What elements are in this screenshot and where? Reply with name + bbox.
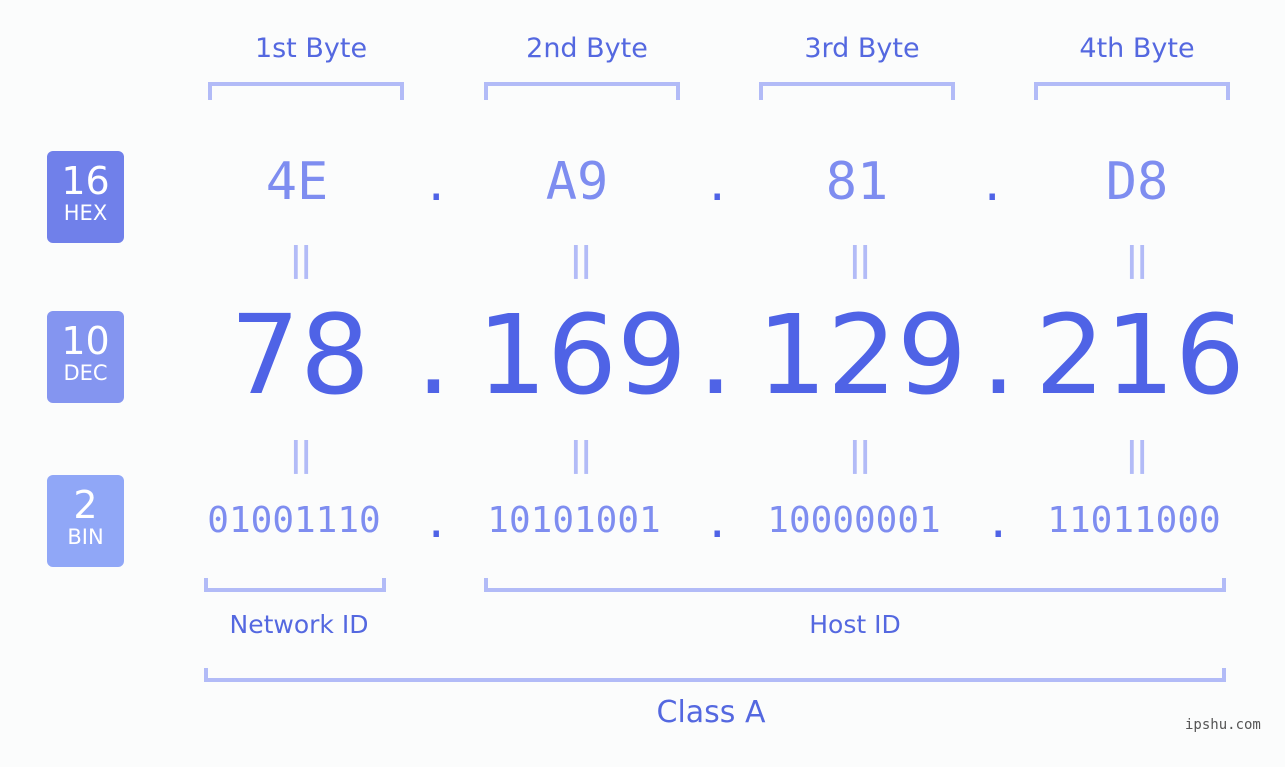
hex-dot-2: .	[704, 160, 731, 211]
byte-bracket-3	[759, 82, 955, 100]
bin-badge-number: 2	[73, 483, 98, 527]
hex-badge-label: HEX	[63, 201, 108, 225]
byte-bracket-2	[484, 82, 680, 100]
bin-dot-1: .	[423, 497, 450, 548]
dec-dot-3: .	[981, 291, 1016, 419]
bin-badge: 2 BIN	[47, 475, 124, 567]
class-label: Class A	[656, 695, 766, 730]
bin-dot-3: .	[985, 497, 1012, 548]
dec-dot-2: .	[698, 291, 733, 419]
watermark: ipshu.com	[1185, 717, 1261, 733]
bin-byte-1: 01001110	[207, 500, 381, 541]
hex-badge: 16 HEX	[47, 151, 124, 243]
bin-dot-2: .	[704, 497, 731, 548]
byte-bracket-1	[208, 82, 404, 100]
dec-byte-3: 129	[757, 291, 967, 419]
equals-hex-dec-2: ||	[569, 240, 593, 280]
equals-hex-dec-4: ||	[1125, 240, 1149, 280]
network-id-label: Network ID	[229, 610, 369, 639]
byte-header-1: 1st Byte	[254, 33, 368, 64]
byte-header-4: 4th Byte	[1079, 33, 1195, 64]
byte-bracket-4	[1034, 82, 1230, 100]
dec-dot-1: .	[416, 291, 451, 419]
equals-dec-bin-2: ||	[569, 435, 593, 475]
equals-hex-dec-3: ||	[848, 240, 872, 280]
hex-byte-4: D8	[1105, 152, 1169, 212]
bin-badge-label: BIN	[67, 525, 104, 549]
equals-dec-bin-1: ||	[289, 435, 313, 475]
hex-badge-number: 16	[61, 159, 110, 203]
hex-byte-1: 4E	[265, 152, 329, 212]
bin-byte-2: 10101001	[487, 500, 661, 541]
dec-badge: 10 DEC	[47, 311, 124, 403]
hex-byte-2: A9	[545, 152, 609, 212]
equals-dec-bin-4: ||	[1125, 435, 1149, 475]
equals-dec-bin-3: ||	[848, 435, 872, 475]
byte-header-2: 2nd Byte	[526, 33, 648, 64]
dec-badge-label: DEC	[63, 361, 108, 385]
network-id-bracket	[204, 578, 386, 592]
bin-byte-3: 10000001	[767, 500, 941, 541]
byte-header-3: 3rd Byte	[804, 33, 920, 64]
dec-byte-2: 169	[477, 291, 687, 419]
hex-dot-1: .	[423, 160, 450, 211]
host-id-label: Host ID	[809, 610, 901, 639]
dec-byte-4: 216	[1035, 291, 1245, 419]
equals-hex-dec-1: ||	[289, 240, 313, 280]
hex-dot-3: .	[979, 160, 1006, 211]
bin-byte-4: 11011000	[1047, 500, 1221, 541]
hex-byte-3: 81	[825, 152, 889, 212]
dec-byte-1: 78	[230, 291, 370, 419]
class-bracket	[204, 668, 1226, 682]
dec-badge-number: 10	[61, 319, 110, 363]
host-id-bracket	[484, 578, 1226, 592]
